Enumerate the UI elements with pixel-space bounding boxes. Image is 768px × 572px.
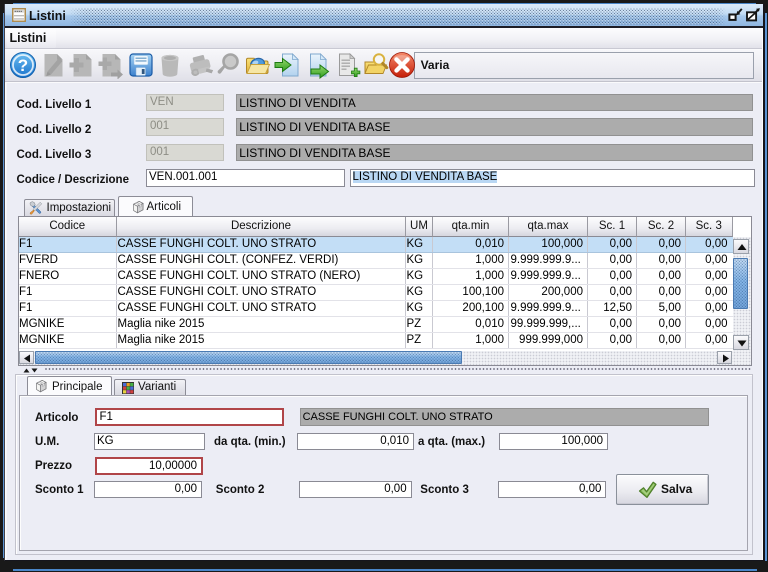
svg-text:?: ?: [18, 56, 28, 75]
